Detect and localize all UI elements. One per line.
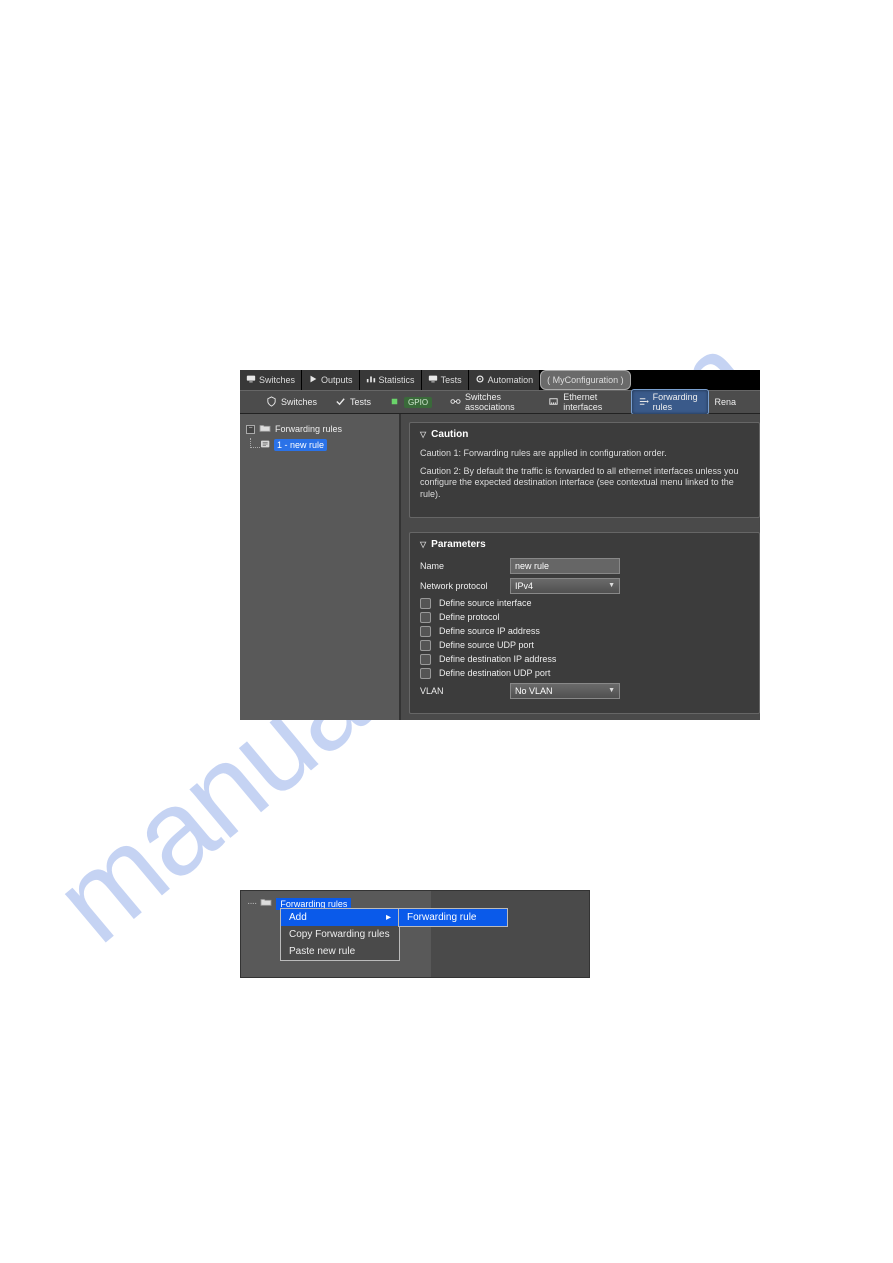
monitor-icon [246,374,256,386]
monitor-icon [428,374,438,386]
top-tab-bar: Switches Outputs Statistics Tests Automa… [240,370,760,390]
tab-switches[interactable]: Switches [240,370,302,390]
tree-connector [250,438,260,448]
tab-myconfiguration[interactable]: ( MyConfiguration ) [540,370,631,390]
shield-icon [266,396,277,409]
vlan-field-label: VLAN [420,686,510,696]
protocol-field-label: Network protocol [420,581,510,591]
vlan-select[interactable]: No VLAN ▼ [510,683,620,699]
folder-icon [259,423,271,435]
caution-line-2: Caution 2: By default the traffic is for… [420,466,749,501]
caution-group: ▽ Caution Caution 1: Forwarding rules ar… [409,422,760,518]
caution-title: Caution [431,429,468,440]
disclosure-triangle-icon[interactable]: ▽ [420,430,426,439]
tree-root-forwarding-rules[interactable]: − Forwarding rules [246,422,393,436]
tab-tests[interactable]: Tests [422,370,469,390]
link-icon [450,396,461,409]
chip-icon [389,396,400,409]
parameters-group: ▽ Parameters Name Network protocol IPv4 … [409,532,760,714]
tree-root-label: Forwarding rules [275,424,342,434]
checkbox-source-interface[interactable] [420,598,431,609]
ctx-sub-forwarding-rule[interactable]: Forwarding rule [399,909,507,926]
details-panel: ▽ Caution Caution 1: Forwarding rules ar… [400,414,760,720]
toolbtn-switches-associations[interactable]: Switches associations [444,390,536,414]
chevron-down-icon: ▼ [608,687,615,694]
tree-expander-icon[interactable]: − [246,425,255,434]
checkbox-source-udp[interactable] [420,640,431,651]
checkbox-dest-ip[interactable] [420,654,431,665]
folder-icon [260,897,272,910]
checkbox-label: Define protocol [439,612,500,622]
tree-connector: ···· [247,898,256,909]
checkbox-label: Define source interface [439,598,532,608]
tab-outputs[interactable]: Outputs [302,370,360,390]
tree-panel: − Forwarding rules 1 - new rule [240,414,400,720]
chevron-down-icon: ▼ [608,582,615,589]
check-icon [335,396,346,409]
empty-details-panel [431,891,589,977]
toolbtn-ethernet[interactable]: Ethernet interfaces [542,390,624,414]
ctx-copy[interactable]: Copy Forwarding rules [281,926,399,943]
disclosure-triangle-icon[interactable]: ▽ [420,540,426,549]
toolbtn-tests[interactable]: Tests [329,394,377,411]
checkbox-source-ip[interactable] [420,626,431,637]
checkbox-dest-udp[interactable] [420,668,431,679]
context-submenu: Forwarding rule [398,908,508,927]
bars-icon [366,374,376,386]
config-sub-toolbar: Switches Tests GPIO Switches association… [240,390,760,414]
ctx-add[interactable]: Add ▸ [281,909,399,926]
ctx-paste[interactable]: Paste new rule [281,943,399,960]
play-icon [308,374,318,386]
context-menu: Add ▸ Copy Forwarding rules Paste new ru… [280,908,400,961]
toolbtn-switches[interactable]: Switches [260,394,323,411]
name-field-label: Name [420,561,510,571]
submenu-arrow-icon: ▸ [386,912,391,923]
toolbar-rena-label: Rena [715,397,741,407]
parameters-title: Parameters [431,539,485,550]
caution-line-1: Caution 1: Forwarding rules are applied … [420,448,749,460]
checkbox-label: Define source UDP port [439,640,534,650]
tree-item-new-rule[interactable]: 1 - new rule [274,439,327,451]
tab-statistics[interactable]: Statistics [360,370,422,390]
ethernet-icon [548,396,559,409]
toolbtn-forwarding-rules[interactable]: Forwarding rules [631,389,709,415]
protocol-select[interactable]: IPv4 ▼ [510,578,620,594]
name-input[interactable] [510,558,620,574]
checkbox-protocol[interactable] [420,612,431,623]
rules-icon [638,396,649,409]
checkbox-label: Define source IP address [439,626,540,636]
gear-icon [475,374,485,386]
app-window-main: Switches Outputs Statistics Tests Automa… [240,370,760,720]
checkbox-label: Define destination IP address [439,654,556,664]
tab-automation[interactable]: Automation [469,370,541,390]
rule-icon [260,439,272,452]
checkbox-label: Define destination UDP port [439,668,550,678]
work-area: − Forwarding rules 1 - new rule ▽ Cautio… [240,414,760,720]
toolbtn-gpio[interactable]: GPIO [383,394,438,411]
